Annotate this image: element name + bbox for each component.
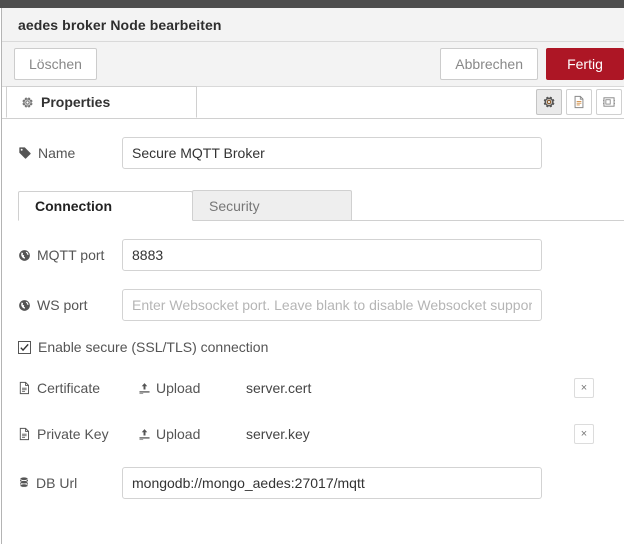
appearance-icon (602, 95, 616, 109)
dialog-button-bar: Löschen Abbrechen Fertig (2, 42, 624, 87)
dialog-tabstrip: Properties (2, 86, 624, 119)
gear-icon-button[interactable] (536, 89, 562, 115)
delete-button[interactable]: Löschen (14, 48, 97, 80)
ws-port-row: WS port (2, 289, 624, 321)
subtab-connection[interactable]: Connection (18, 191, 193, 221)
panel-icon-buttons (536, 89, 622, 115)
subtab-security[interactable]: Security (192, 190, 352, 220)
name-label-text: Name (38, 145, 76, 161)
ws-port-input[interactable] (122, 289, 542, 321)
certificate-upload-label: Upload (156, 380, 201, 396)
db-url-row: DB Url (2, 467, 624, 499)
ssl-checkbox-label: Enable secure (SSL/TLS) connection (38, 339, 269, 355)
tag-icon (18, 146, 32, 160)
description-icon (572, 95, 586, 109)
file-icon (18, 381, 31, 395)
mqtt-port-label: MQTT port (18, 247, 122, 263)
globe-icon (18, 249, 31, 262)
private-key-label: Private Key (18, 426, 138, 442)
dialog-header: aedes broker Node bearbeiten (2, 8, 624, 42)
cancel-button[interactable]: Abbrechen (440, 48, 538, 80)
edit-node-dialog: aedes broker Node bearbeiten Löschen Abb… (1, 8, 624, 544)
editor-top-strip (0, 0, 624, 8)
private-key-row: Private Key Upload server.key × (2, 415, 624, 453)
private-key-file-name: server.key (246, 426, 310, 442)
description-icon-button[interactable] (566, 89, 592, 115)
gear-icon (542, 95, 556, 109)
ws-port-label: WS port (18, 297, 122, 313)
gear-icon (21, 96, 34, 109)
name-label: Name (18, 145, 122, 161)
certificate-file-name: server.cert (246, 380, 312, 396)
appearance-icon-button[interactable] (596, 89, 622, 115)
dialog-action-buttons: Abbrechen Fertig (440, 48, 624, 80)
mqtt-port-label-text: MQTT port (37, 247, 105, 263)
upload-icon (138, 428, 151, 441)
mqtt-port-input[interactable] (122, 239, 542, 271)
dialog-title: aedes broker Node bearbeiten (18, 16, 222, 33)
db-url-input[interactable] (122, 467, 542, 499)
certificate-label-text: Certificate (37, 380, 101, 396)
db-url-label-text: DB Url (36, 475, 78, 491)
certificate-upload-button[interactable]: Upload (138, 380, 246, 396)
database-icon (18, 476, 30, 490)
upload-icon (138, 382, 151, 395)
globe-icon (18, 299, 31, 312)
name-row: Name (2, 137, 624, 169)
ssl-checkbox[interactable] (18, 340, 31, 354)
mqtt-port-row: MQTT port (2, 239, 624, 271)
properties-form: Name Connection Security MQTT port (2, 119, 624, 544)
ssl-checkbox-row: Enable secure (SSL/TLS) connection (2, 339, 624, 355)
certificate-row: Certificate Upload server.cert × (2, 369, 624, 407)
private-key-label-text: Private Key (37, 426, 109, 442)
certificate-label: Certificate (18, 380, 138, 396)
certificate-delete-button[interactable]: × (574, 378, 594, 398)
done-button[interactable]: Fertig (546, 48, 624, 80)
db-url-label: DB Url (18, 475, 122, 491)
name-input[interactable] (122, 137, 542, 169)
ws-port-label-text: WS port (37, 297, 88, 313)
private-key-upload-button[interactable]: Upload (138, 426, 246, 442)
private-key-upload-label: Upload (156, 426, 201, 442)
private-key-delete-button[interactable]: × (574, 424, 594, 444)
connection-security-tabs: Connection Security (18, 187, 624, 221)
tab-properties[interactable]: Properties (6, 86, 197, 118)
file-icon (18, 427, 31, 441)
tab-properties-label: Properties (41, 94, 111, 110)
